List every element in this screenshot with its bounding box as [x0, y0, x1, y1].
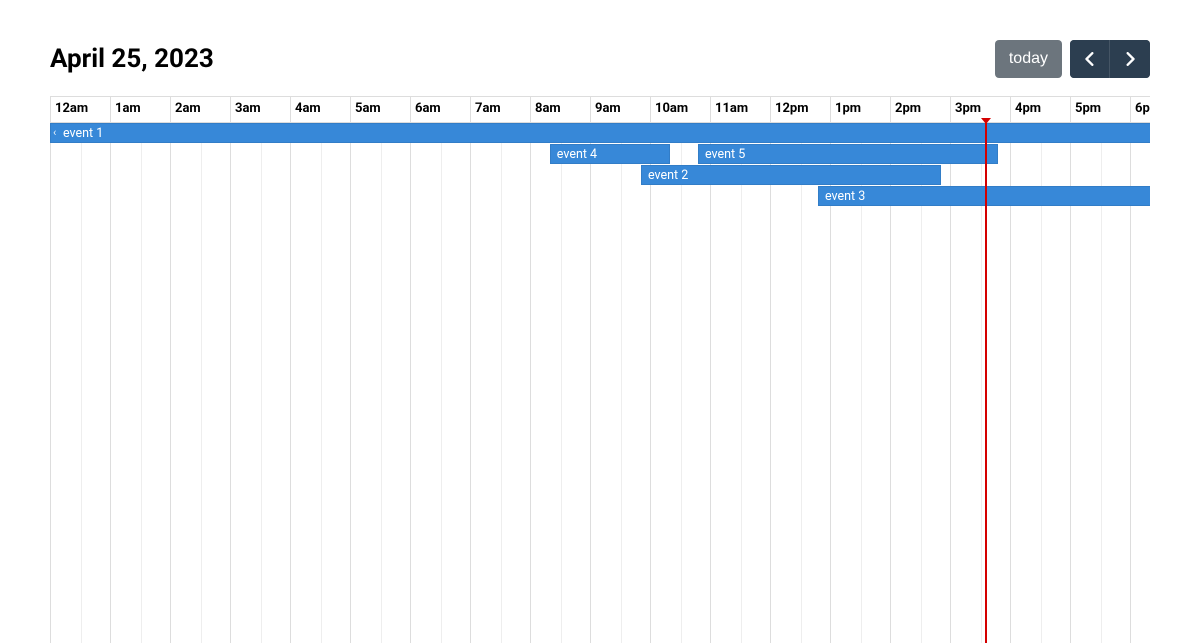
- grid-column: [290, 123, 350, 643]
- grid-column: [50, 123, 110, 643]
- grid-column: [350, 123, 410, 643]
- calendar-event[interactable]: ‹ event 1: [50, 123, 1150, 143]
- calendar-event[interactable]: event 2: [641, 165, 941, 185]
- hour-label: 12pm: [770, 97, 830, 122]
- hour-label: 5pm: [1070, 97, 1130, 122]
- grid-column: [530, 123, 590, 643]
- grid-column: [710, 123, 770, 643]
- grid-column: [170, 123, 230, 643]
- grid-column: [470, 123, 530, 643]
- event-title: event 4: [557, 147, 597, 162]
- hour-label: 3am: [230, 97, 290, 122]
- hour-label: 7am: [470, 97, 530, 122]
- grid-column: [590, 123, 650, 643]
- timeline-body[interactable]: ‹ event 1 event 4 event 5 event 2 event 3: [50, 123, 1150, 643]
- hour-label: 12am: [50, 97, 110, 122]
- hour-label: 6pm: [1130, 97, 1150, 122]
- hour-label: 4am: [290, 97, 350, 122]
- hour-label: 2pm: [890, 97, 950, 122]
- time-axis: 12am1am2am3am4am5am6am7am8am9am10am11am1…: [50, 97, 1150, 123]
- grid-column: [410, 123, 470, 643]
- continues-before-icon: ‹: [53, 123, 56, 143]
- grid-column: [230, 123, 290, 643]
- next-button[interactable]: [1110, 40, 1150, 78]
- hour-label: 6am: [410, 97, 470, 122]
- hour-label: 5am: [350, 97, 410, 122]
- hour-label: 9am: [590, 97, 650, 122]
- hour-label: 8am: [530, 97, 590, 122]
- event-title: event 1: [63, 126, 103, 141]
- hour-label: 1pm: [830, 97, 890, 122]
- page-title: April 25, 2023: [50, 44, 214, 74]
- hour-label: 11am: [710, 97, 770, 122]
- calendar-event[interactable]: event 4: [550, 144, 670, 164]
- grid-column: [650, 123, 710, 643]
- timeline-calendar: 12am1am2am3am4am5am6am7am8am9am10am11am1…: [50, 96, 1150, 643]
- prev-button[interactable]: [1070, 40, 1110, 78]
- hour-label: 4pm: [1010, 97, 1070, 122]
- grid-column: [110, 123, 170, 643]
- calendar-event[interactable]: event 5: [698, 144, 998, 164]
- today-button[interactable]: today: [995, 40, 1062, 78]
- nav-group: [1070, 40, 1150, 78]
- hour-label: 3pm: [950, 97, 1010, 122]
- event-title: event 5: [705, 147, 745, 162]
- hour-label: 10am: [650, 97, 710, 122]
- hour-label: 2am: [170, 97, 230, 122]
- event-title: event 3: [825, 189, 865, 204]
- calendar-header: April 25, 2023 today: [50, 40, 1150, 78]
- hour-label: 1am: [110, 97, 170, 122]
- calendar-event[interactable]: event 3: [818, 186, 1150, 206]
- event-title: event 2: [648, 168, 688, 183]
- nav-controls: today: [995, 40, 1150, 78]
- chevron-left-icon: [1084, 52, 1096, 66]
- chevron-right-icon: [1124, 52, 1136, 66]
